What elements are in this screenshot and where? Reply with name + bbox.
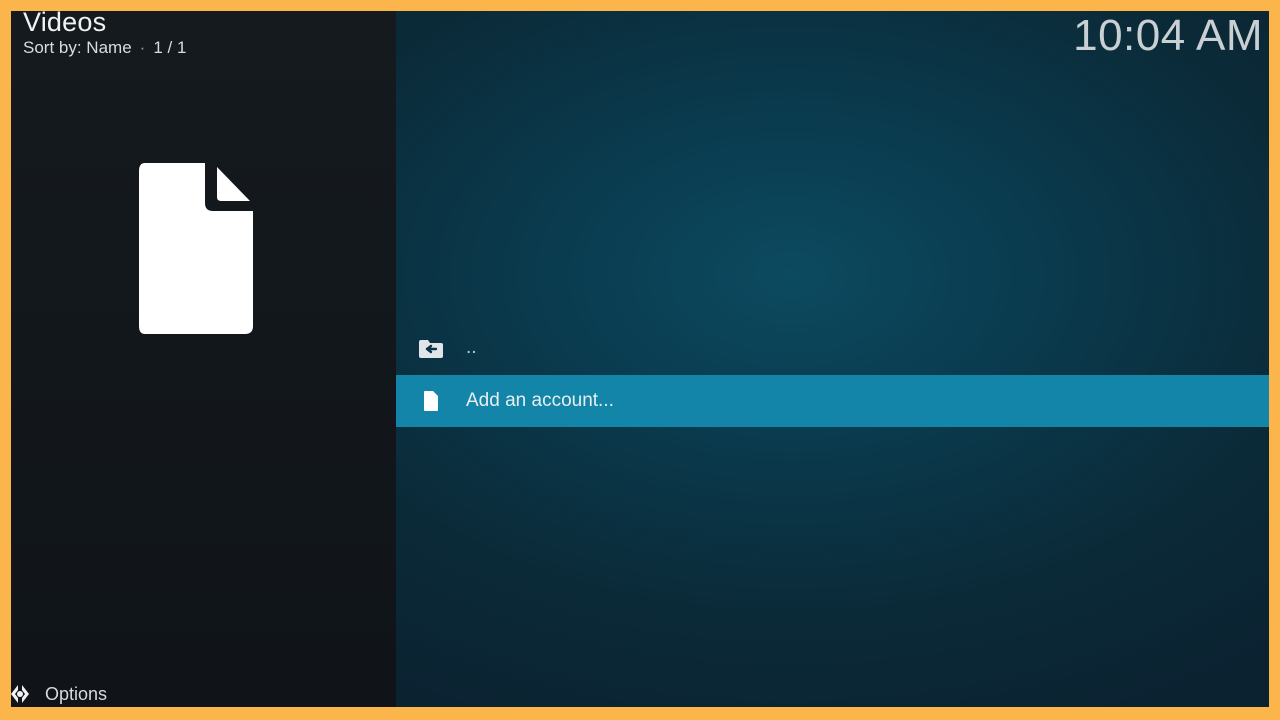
list-item-label: Add an account... — [466, 390, 614, 411]
options-icon — [11, 685, 29, 703]
file-icon — [139, 163, 253, 334]
folder-back-icon — [417, 337, 445, 361]
app-window: Videos Sort by: Name · 1 / 1 Options 10:04… — [11, 11, 1269, 707]
list-item-label: .. — [466, 337, 477, 358]
page-count: 1 / 1 — [153, 38, 187, 57]
list-item-add-account[interactable]: Add an account... — [396, 375, 1269, 427]
clock: 10:04 AM — [1073, 11, 1263, 60]
options-label: Options — [45, 683, 108, 704]
info-panel: Videos Sort by: Name · 1 / 1 Options — [11, 11, 396, 707]
sort-separator: · — [139, 38, 146, 57]
sort-label: Sort by: Name — [23, 38, 132, 57]
options-button[interactable]: Options — [11, 680, 107, 707]
sort-info[interactable]: Sort by: Name · 1 / 1 — [23, 38, 186, 58]
file-icon — [417, 389, 445, 413]
file-list: .. Add an account... — [396, 323, 1269, 427]
list-item-parent-folder[interactable]: .. — [396, 323, 1269, 375]
page-title: Videos — [23, 11, 107, 37]
